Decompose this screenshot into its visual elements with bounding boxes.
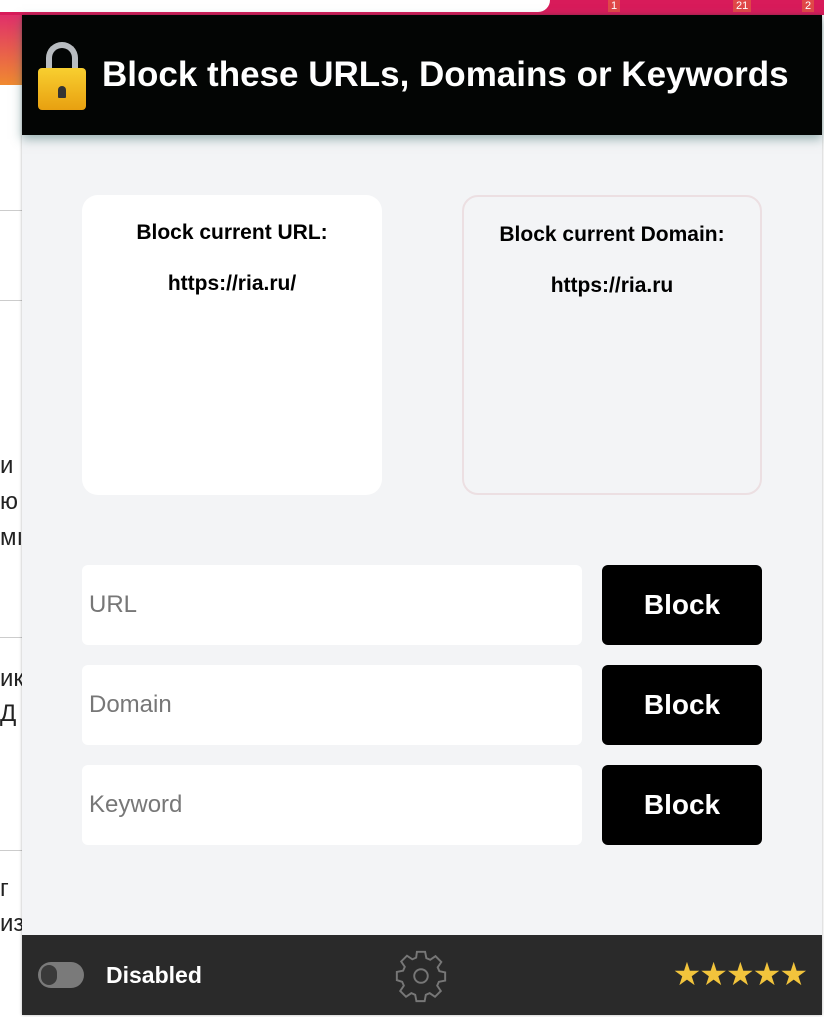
page-background — [0, 15, 22, 85]
page-text-fragment: ю — [0, 488, 18, 515]
enable-toggle[interactable] — [38, 962, 84, 988]
extension-popup: Block these URLs, Domains or Keywords Bl… — [22, 15, 822, 1015]
block-current-domain-card[interactable]: Block current Domain: https://ria.ru — [462, 195, 762, 495]
block-current-url-card[interactable]: Block current URL: https://ria.ru/ — [82, 195, 382, 495]
status-label: Disabled — [106, 961, 202, 988]
address-bar-area — [0, 0, 550, 12]
card-label: Block current URL: — [136, 221, 328, 244]
page-title: Block these URLs, Domains or Keywords — [102, 55, 789, 94]
page-text-fragment: г — [0, 875, 9, 902]
gear-icon[interactable] — [392, 947, 450, 1005]
popup-footer: Disabled ★★★★★ — [22, 935, 822, 1015]
current-domain: https://ria.ru — [550, 274, 674, 297]
block-url-button[interactable]: Block — [602, 565, 762, 645]
keyword-input[interactable] — [82, 765, 582, 845]
block-keyword-button[interactable]: Block — [602, 765, 762, 845]
extension-badge[interactable]: 1 — [608, 0, 621, 12]
extension-badge[interactable]: 2 — [802, 0, 815, 12]
page-text-fragment: и — [0, 452, 14, 479]
domain-input[interactable] — [82, 665, 582, 745]
page-text-fragment: Д — [0, 700, 17, 727]
url-input[interactable] — [82, 565, 582, 645]
rating-stars[interactable]: ★★★★★ — [673, 955, 808, 993]
card-label: Block current Domain: — [499, 223, 725, 246]
lock-icon — [38, 38, 86, 113]
block-domain-button[interactable]: Block — [602, 665, 762, 745]
popup-header: Block these URLs, Domains or Keywords — [22, 15, 822, 135]
page-text-fragment: ик — [0, 665, 24, 692]
extension-badge[interactable]: 21 — [733, 0, 752, 12]
current-url: https://ria.ru/ — [167, 272, 297, 295]
page-text-fragment: из — [0, 910, 25, 937]
page-text-fragment: мı — [0, 524, 24, 551]
